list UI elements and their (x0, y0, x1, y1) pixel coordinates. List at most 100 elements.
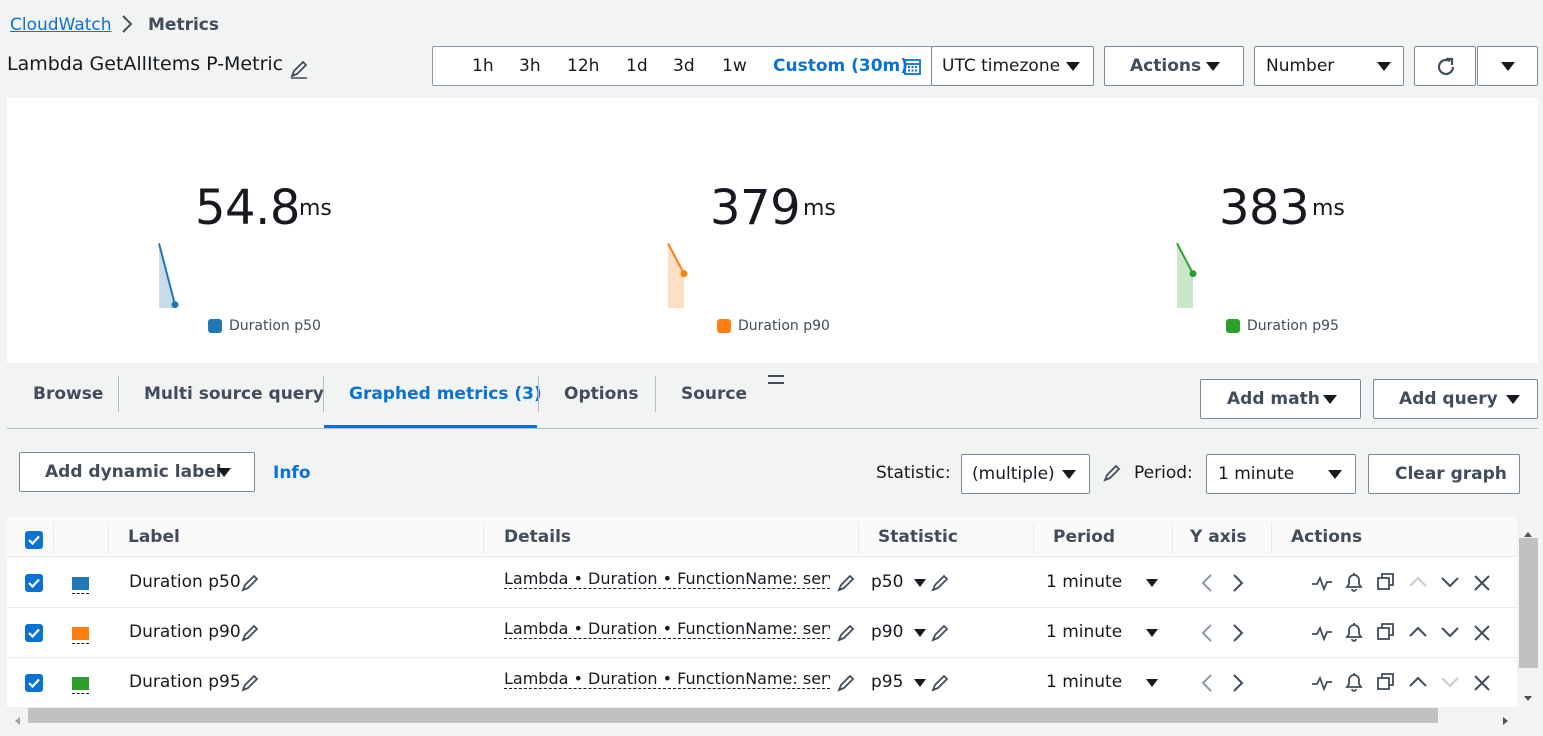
tab-source[interactable]: Source (681, 384, 747, 404)
row-label: Duration p95 (129, 672, 241, 692)
row-checkbox[interactable] (25, 574, 43, 592)
column-header-statistic[interactable]: Statistic (878, 527, 958, 547)
line-chart-icon[interactable] (1311, 623, 1333, 647)
move-down-icon[interactable] (1439, 574, 1461, 594)
metric-unit-p90: ms (803, 196, 836, 221)
column-header-details[interactable]: Details (504, 527, 571, 547)
line-chart-icon[interactable] (1311, 673, 1333, 697)
row-details[interactable]: Lambda • Duration • FunctionName: server… (504, 669, 830, 689)
info-link[interactable]: Info (273, 463, 311, 483)
statistic-caret-down-icon[interactable] (914, 679, 926, 687)
tab-graphed-metrics[interactable]: Graphed metrics (3) (349, 384, 542, 404)
edit-label-icon[interactable] (240, 623, 260, 647)
move-down-icon[interactable] (1439, 674, 1461, 694)
row-label: Duration p50 (129, 572, 241, 592)
refresh-options-dropdown[interactable] (1477, 46, 1538, 86)
duplicate-icon[interactable] (1376, 622, 1396, 646)
y-axis-right-icon[interactable] (1231, 672, 1245, 698)
tab-divider (538, 376, 539, 412)
edit-statistic-icon[interactable] (930, 623, 950, 647)
row-details[interactable]: Lambda • Duration • FunctionName: server… (504, 569, 830, 589)
statistic-caret-down-icon[interactable] (914, 629, 926, 637)
y-axis-left-icon[interactable] (1200, 622, 1214, 648)
tab-multi-source-query[interactable]: Multi source query (144, 384, 324, 404)
edit-details-icon[interactable] (836, 573, 856, 597)
y-axis-left-icon[interactable] (1200, 672, 1214, 698)
edit-details-icon[interactable] (836, 673, 856, 697)
chevron-right-icon (118, 11, 138, 41)
edit-statistic-icon[interactable] (930, 673, 950, 697)
legend-label-p90: Duration p90 (738, 318, 830, 334)
time-range-custom[interactable]: Custom (30m) (773, 56, 908, 76)
alarm-bell-icon[interactable] (1343, 671, 1365, 697)
y-axis-right-icon[interactable] (1231, 622, 1245, 648)
row-checkbox[interactable] (25, 624, 43, 642)
panel-resize-handle[interactable] (768, 371, 784, 390)
view-type-dropdown[interactable]: Number (1254, 46, 1404, 86)
duplicate-icon[interactable] (1376, 672, 1396, 696)
add-math-button[interactable]: Add math (1200, 379, 1361, 419)
statistic-dropdown[interactable]: (multiple) (961, 454, 1090, 494)
period-dropdown[interactable]: 1 minute (1206, 454, 1356, 494)
edit-details-icon[interactable] (836, 623, 856, 647)
row-checkbox[interactable] (25, 674, 43, 692)
alarm-bell-icon[interactable] (1343, 621, 1365, 647)
horizontal-scrollbar-thumb[interactable] (28, 708, 1438, 723)
move-up-icon[interactable] (1407, 574, 1429, 594)
select-all-checkbox[interactable] (25, 531, 43, 549)
statistic-caret-down-icon[interactable] (914, 579, 926, 587)
breadcrumb-cloudwatch-link[interactable]: CloudWatch (10, 15, 112, 35)
series-color-swatch[interactable] (72, 577, 89, 590)
column-header-y-axis[interactable]: Y axis (1190, 527, 1247, 547)
move-down-icon[interactable] (1439, 624, 1461, 644)
column-divider (1271, 523, 1272, 553)
number-widget-panel: 54.8 ms Duration p50 379 ms Duration p90… (7, 98, 1538, 363)
y-axis-left-icon[interactable] (1200, 572, 1214, 598)
time-range-3d[interactable]: 3d (673, 56, 695, 76)
remove-icon[interactable] (1472, 673, 1492, 697)
edit-label-icon[interactable] (240, 673, 260, 697)
remove-icon[interactable] (1472, 573, 1492, 597)
time-range-12h[interactable]: 12h (567, 56, 599, 76)
alarm-bell-icon[interactable] (1343, 571, 1365, 597)
edit-statistic-icon[interactable] (930, 573, 950, 597)
calendar-icon[interactable] (904, 58, 921, 79)
refresh-button[interactable] (1414, 46, 1476, 86)
actions-dropdown[interactable]: Actions (1104, 46, 1244, 86)
scroll-left-arrow-icon[interactable] (13, 711, 21, 730)
scroll-down-arrow-icon[interactable] (1523, 688, 1533, 707)
clear-graph-button[interactable]: Clear graph (1368, 454, 1520, 494)
edit-title-icon[interactable] (289, 59, 309, 83)
column-divider (858, 523, 859, 553)
caret-down-icon (1206, 62, 1220, 71)
tab-browse[interactable]: Browse (33, 384, 103, 404)
line-chart-icon[interactable] (1311, 573, 1333, 597)
scroll-up-arrow-icon[interactable] (1523, 523, 1533, 542)
y-axis-right-icon[interactable] (1231, 572, 1245, 598)
remove-icon[interactable] (1472, 623, 1492, 647)
move-up-icon[interactable] (1407, 624, 1429, 644)
edit-label-icon[interactable] (240, 573, 260, 597)
time-range-3h[interactable]: 3h (519, 56, 541, 76)
series-color-swatch[interactable] (72, 677, 89, 690)
column-header-label[interactable]: Label (128, 527, 180, 547)
time-range-1d[interactable]: 1d (626, 56, 648, 76)
duplicate-icon[interactable] (1376, 572, 1396, 596)
tab-options[interactable]: Options (564, 384, 638, 404)
column-header-period[interactable]: Period (1053, 527, 1115, 547)
row-label: Duration p90 (129, 622, 241, 642)
add-dynamic-label-button[interactable]: Add dynamic label (19, 452, 255, 492)
period-caret-down-icon[interactable] (1146, 629, 1158, 637)
edit-statistic-icon[interactable] (1102, 463, 1122, 487)
time-range-1h[interactable]: 1h (472, 56, 494, 76)
vertical-scrollbar-thumb[interactable] (1519, 538, 1538, 668)
move-up-icon[interactable] (1407, 674, 1429, 694)
timezone-dropdown[interactable]: UTC timezone (931, 46, 1094, 86)
period-caret-down-icon[interactable] (1146, 679, 1158, 687)
time-range-1w[interactable]: 1w (722, 56, 747, 76)
series-color-swatch[interactable] (72, 627, 89, 640)
period-caret-down-icon[interactable] (1146, 579, 1158, 587)
row-details[interactable]: Lambda • Duration • FunctionName: server… (504, 619, 830, 639)
scroll-right-arrow-icon[interactable] (1502, 711, 1510, 730)
add-query-button[interactable]: Add query (1373, 379, 1538, 419)
